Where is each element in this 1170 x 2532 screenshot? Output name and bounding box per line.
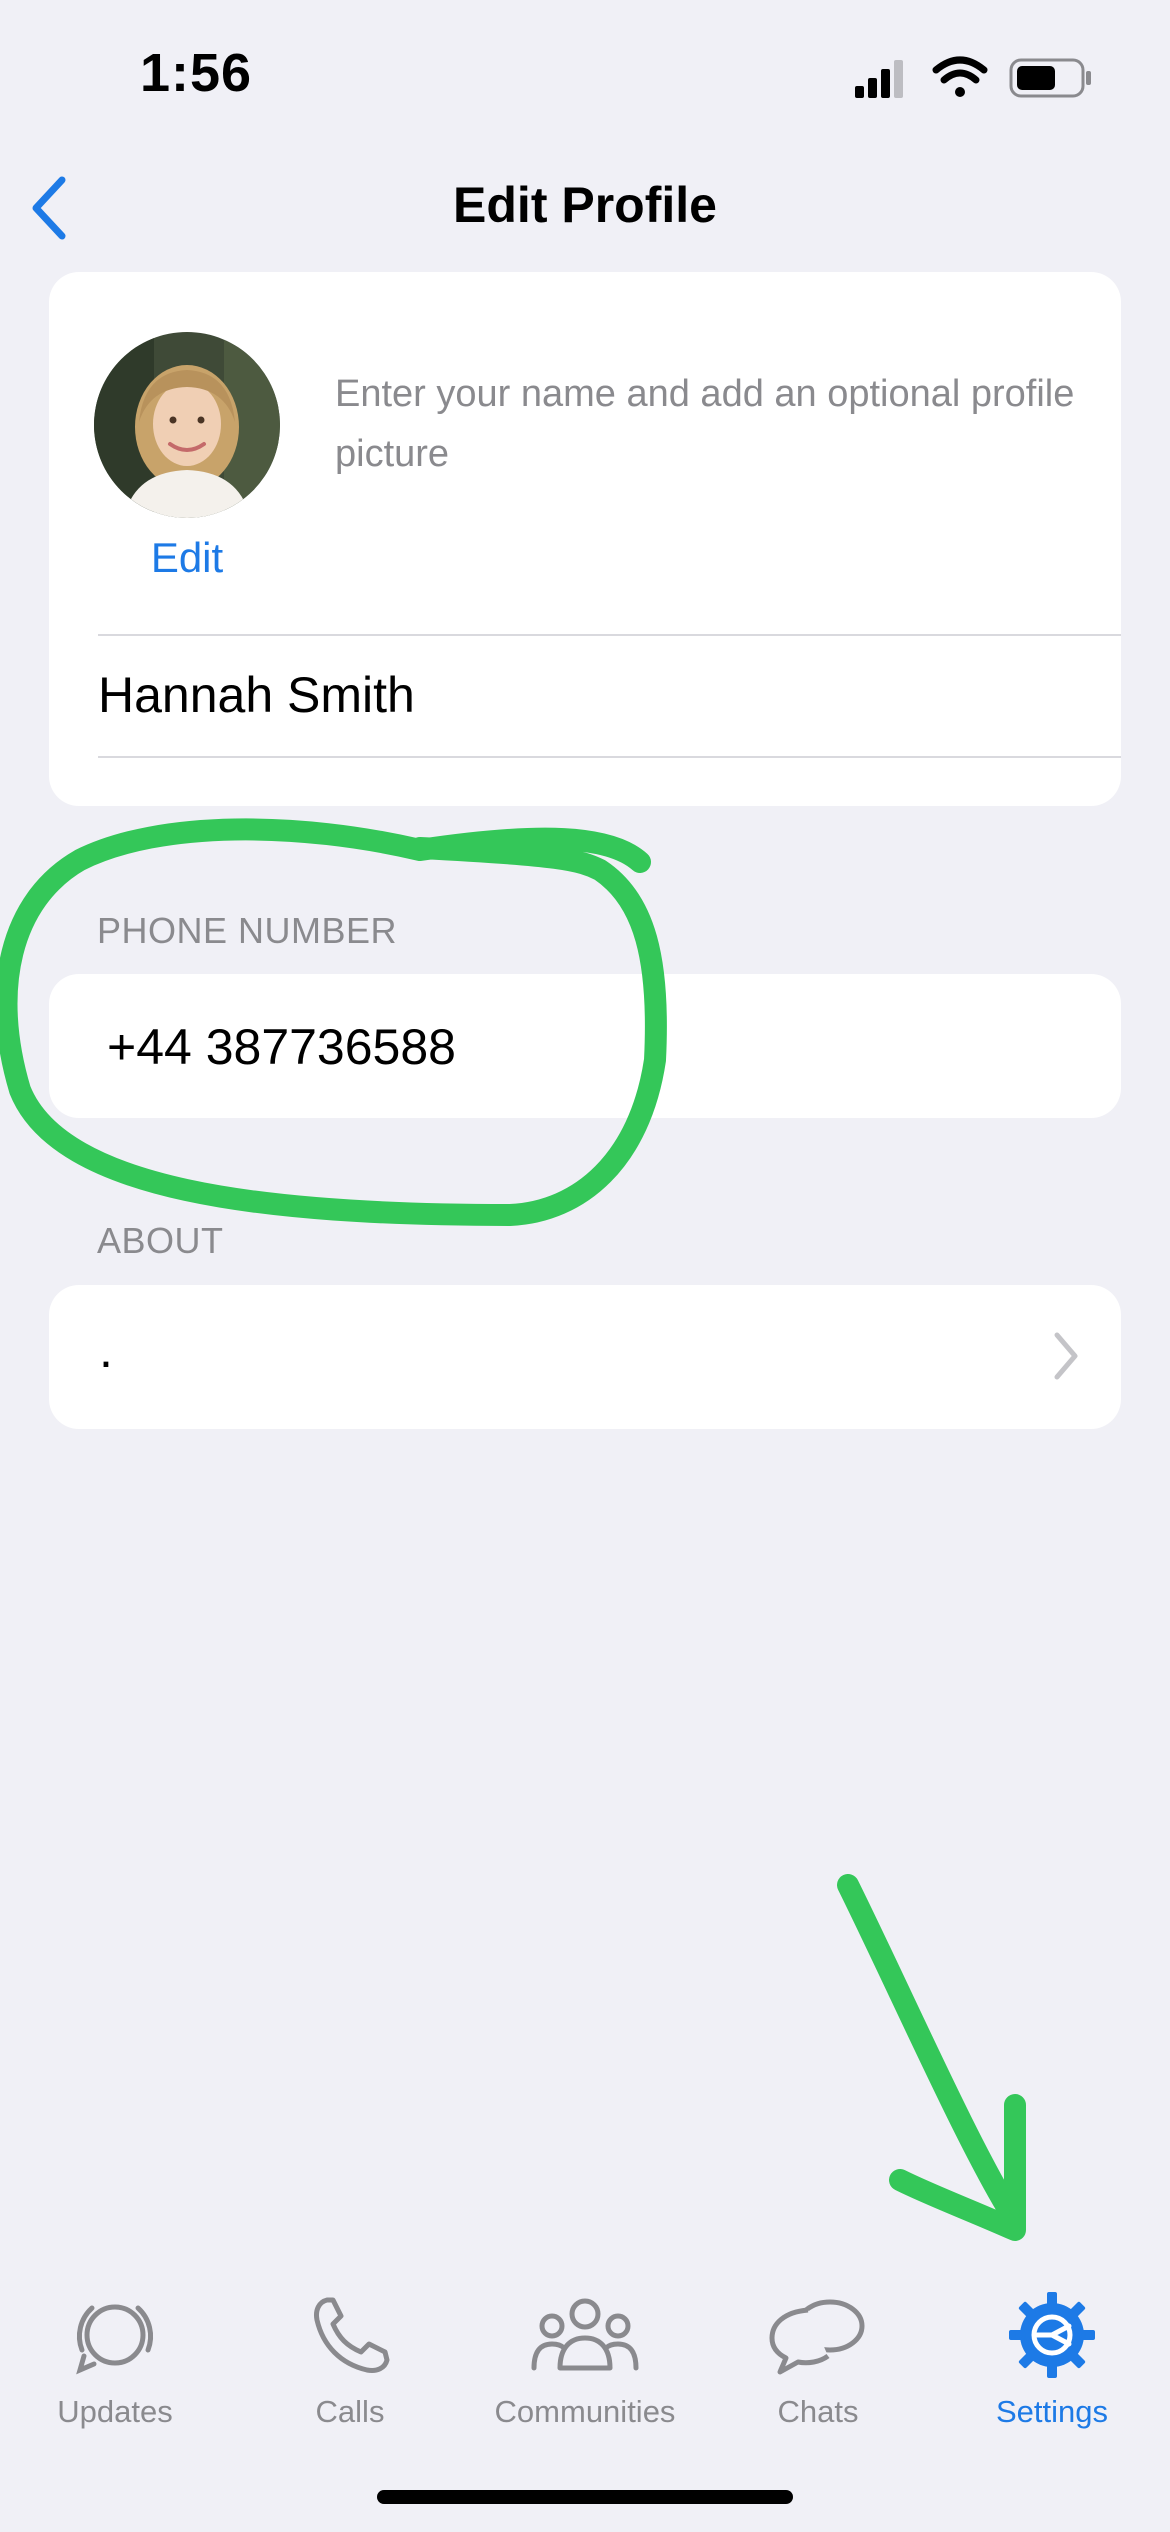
status-time: 1:56 — [140, 43, 253, 103]
about-label: ABOUT — [97, 1220, 224, 1261]
battery-icon — [1009, 58, 1091, 98]
home-indicator — [377, 2490, 793, 2504]
name-field[interactable] — [98, 666, 1078, 724]
profile-card: Edit Enter your name and add an optional… — [49, 272, 1121, 806]
divider — [98, 634, 1121, 636]
phone-number-label: PHONE NUMBER — [97, 910, 398, 951]
wifi-icon — [932, 56, 988, 97]
edit-photo-link[interactable]: Edit — [69, 534, 305, 582]
tab-label: Chats — [777, 2394, 859, 2429]
chevron-right-icon — [1054, 1332, 1078, 1380]
annotation-arrow — [837, 1874, 1026, 2241]
profile-hint: Enter your name and add an optional prof… — [335, 373, 1075, 475]
tab-communities[interactable]: Communities — [470, 2290, 700, 2450]
tab-updates[interactable]: Updates — [0, 2290, 230, 2450]
page-title: Edit Profile — [453, 177, 717, 233]
divider — [98, 756, 1121, 758]
avatar-photo — [94, 332, 280, 518]
communities-icon — [531, 2298, 639, 2371]
tab-label: Communities — [494, 2394, 676, 2429]
phone-number-value: +44 387736588 — [107, 1019, 456, 1075]
status-icons — [855, 56, 1091, 98]
about-value: . — [99, 1322, 113, 1378]
about-row[interactable]: . — [49, 1285, 1121, 1429]
tab-label: Settings — [995, 2394, 1108, 2429]
tab-label: Calls — [315, 2394, 385, 2429]
updates-icon — [76, 2304, 154, 2375]
tab-settings[interactable]: Settings — [937, 2290, 1167, 2450]
phone-icon — [314, 2297, 390, 2373]
chats-icon — [769, 2299, 865, 2375]
cellular-signal-icon — [855, 60, 903, 98]
tab-label: Updates — [57, 2394, 173, 2429]
avatar[interactable] — [94, 332, 280, 518]
gear-icon — [1009, 2292, 1095, 2378]
tab-calls[interactable]: Calls — [235, 2290, 465, 2450]
phone-number-card: +44 387736588 — [49, 974, 1121, 1118]
tab-chats[interactable]: Chats — [703, 2290, 933, 2450]
